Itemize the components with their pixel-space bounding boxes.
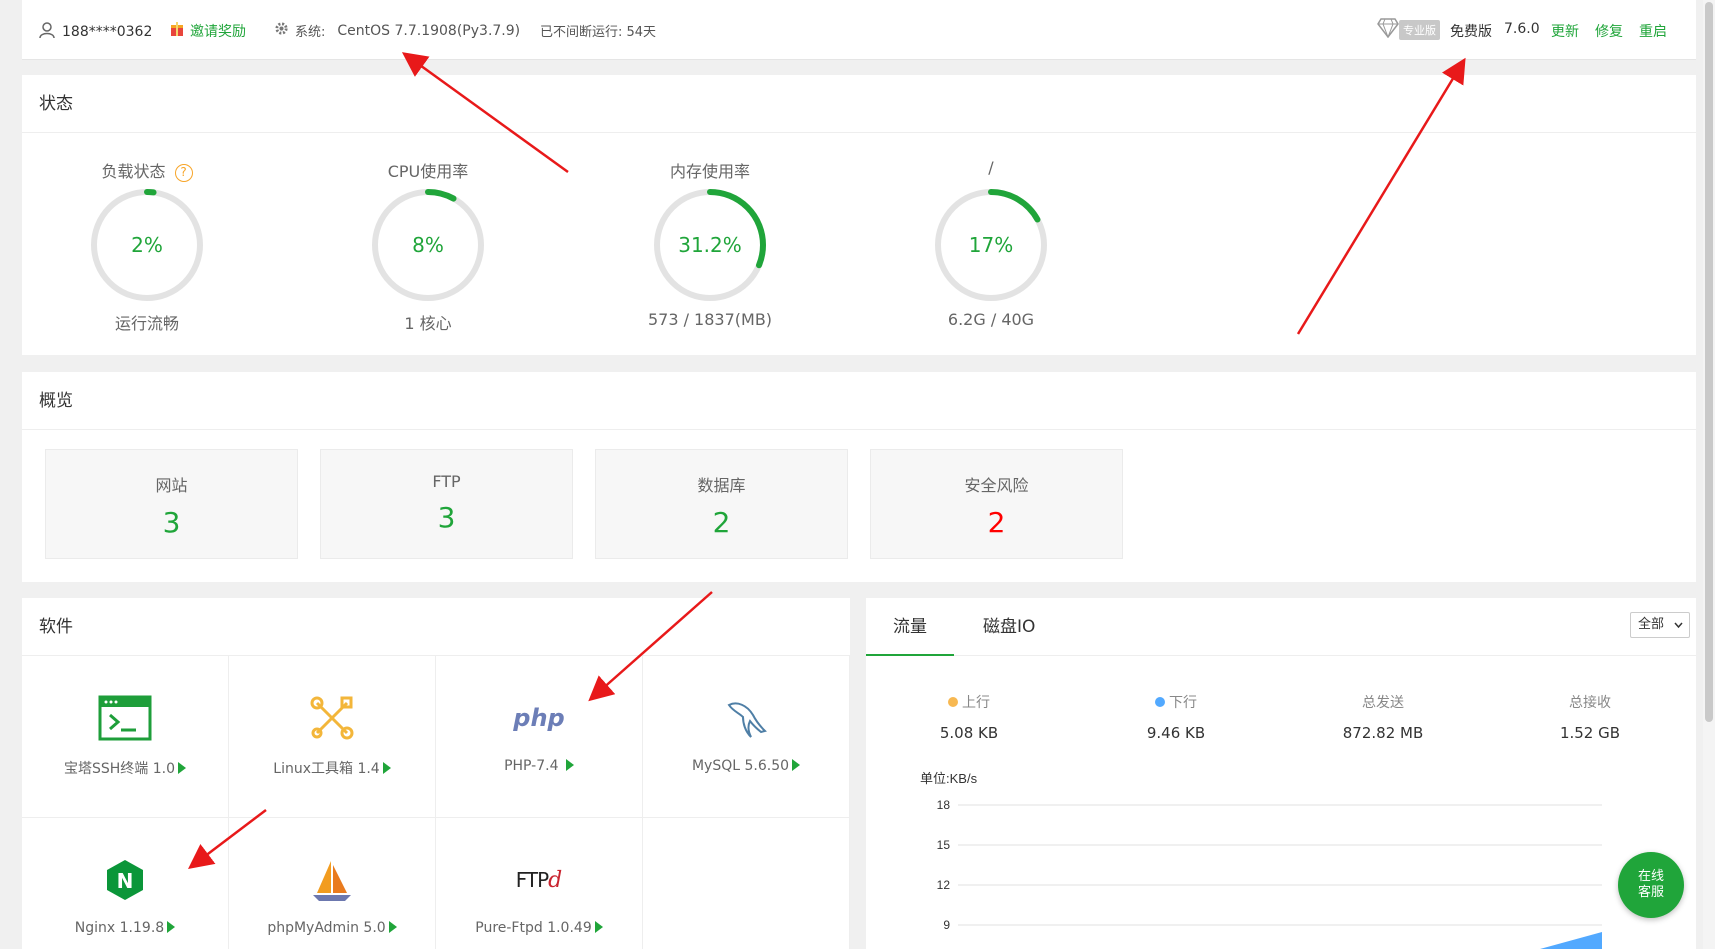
top-bar: 188****0362 邀请奖励 系统: CentOS 7.7.1908(Py3… [22,0,1696,60]
chart-tick-label: 18 [937,798,951,812]
software-item-php[interactable]: php PHP-7.4 [436,656,643,818]
overview-card-sites[interactable]: 网站 3 [45,449,298,559]
traffic-chart: 单位:KB/s 18 15 12 9 [920,771,1602,949]
system-info: 系统: CentOS 7.7.1908(Py3.7.9) [274,21,520,40]
help-icon[interactable]: ? [174,164,193,182]
traffic-tabs: 流量 磁盘IO 全部 [866,598,1696,656]
stat-download: 下行 9.46 KB [1146,695,1206,742]
tools-icon [302,692,362,744]
edition-label: 免费版 [1450,24,1492,40]
gauge-cpu[interactable]: CPU使用率 8% 1 核心 [338,158,518,334]
gauge-ring: 2% [88,186,206,304]
play-icon[interactable] [382,762,391,774]
stat-total-received: 总接收 1.52 GB [1559,695,1621,742]
scrollbar-thumb[interactable] [1705,2,1713,722]
stat-upload: 上行 5.08 KB [939,695,999,742]
user-icon [38,21,56,43]
chart-tick-label: 12 [937,878,951,892]
scrollbar[interactable] [1703,0,1715,949]
version-label: 7.6.0 [1504,21,1540,37]
tab-disk-io[interactable]: 磁盘IO [956,598,1062,656]
repair-link[interactable]: 修复 [1595,21,1623,41]
online-service-button[interactable]: 在线 客服 [1618,852,1684,918]
diamond-icon [1377,18,1399,42]
play-icon[interactable] [565,759,574,771]
php-icon: php [513,704,565,732]
software-item-nginx[interactable]: N Nginx 1.19.8 [22,818,229,949]
tab-traffic[interactable]: 流量 [866,598,954,656]
chart-download-area [1540,932,1602,949]
play-icon[interactable] [388,921,397,933]
security-risk-value: 2 [987,506,1006,539]
gear-icon [274,21,289,40]
play-icon[interactable] [167,921,176,933]
gauge-ring: 17% [932,186,1050,304]
svg-text:N: N [117,869,134,893]
traffic-filter-select[interactable]: 全部 [1630,612,1690,638]
username: 188****0362 [62,24,153,40]
restart-link[interactable]: 重启 [1639,21,1667,41]
gauge-load[interactable]: 负载状态 ? 2% 运行流畅 [57,158,237,334]
gift-icon [170,21,184,41]
nginx-icon: N [95,854,155,906]
terminal-icon [95,692,155,744]
overview-card-database[interactable]: 数据库 2 [595,449,848,559]
overview-card-ftp[interactable]: FTP 3 [320,449,573,559]
software-item-linux-tools[interactable]: Linux工具箱 1.4 [229,656,436,818]
status-panel: 状态 [22,75,1696,355]
play-icon[interactable] [792,759,801,771]
invite-link[interactable]: 邀请奖励 [170,21,246,41]
chart-tick-label: 9 [943,918,950,932]
play-icon[interactable] [594,921,603,933]
overview-card-security[interactable]: 安全风险 2 [870,449,1123,559]
pro-badge[interactable]: 专业版 [1377,18,1440,42]
download-dot [1155,697,1165,707]
gauge-ring: 31.2% [651,186,769,304]
gauge-disk[interactable]: / 17% 6.2G / 40G [901,158,1081,329]
overview-title: 概览 [22,372,1696,430]
stat-total-sent: 总发送 872.82 MB [1342,695,1424,742]
software-item-pure-ftpd[interactable]: FTP d Pure-Ftpd 1.0.49 [436,818,643,949]
chevron-down-icon [1674,613,1683,646]
mysql-icon [716,692,776,744]
software-empty-slot [643,818,850,949]
software-title: 软件 [22,598,850,656]
status-title: 状态 [22,75,1696,133]
ftp-icon: FTP d [515,867,563,893]
update-link[interactable]: 更新 [1551,21,1579,41]
software-item-mysql[interactable]: MySQL 5.6.50 [643,656,850,818]
gauge-ring: 8% [369,186,487,304]
uptime: 已不间断运行: 54天 [540,25,657,40]
gauge-memory[interactable]: 内存使用率 31.2% 573 / 1837(MB) [620,158,800,329]
phpmyadmin-icon [302,854,362,906]
chart-ylabel: 单位:KB/s [920,771,978,786]
software-item-ssh[interactable]: 宝塔SSH终端 1.0 [22,656,229,818]
play-icon[interactable] [178,762,186,774]
user-info[interactable]: 188****0362 [38,21,152,43]
software-item-phpmyadmin[interactable]: phpMyAdmin 5.0 [229,818,436,949]
chart-tick-label: 15 [937,838,951,852]
upload-dot [948,697,958,707]
